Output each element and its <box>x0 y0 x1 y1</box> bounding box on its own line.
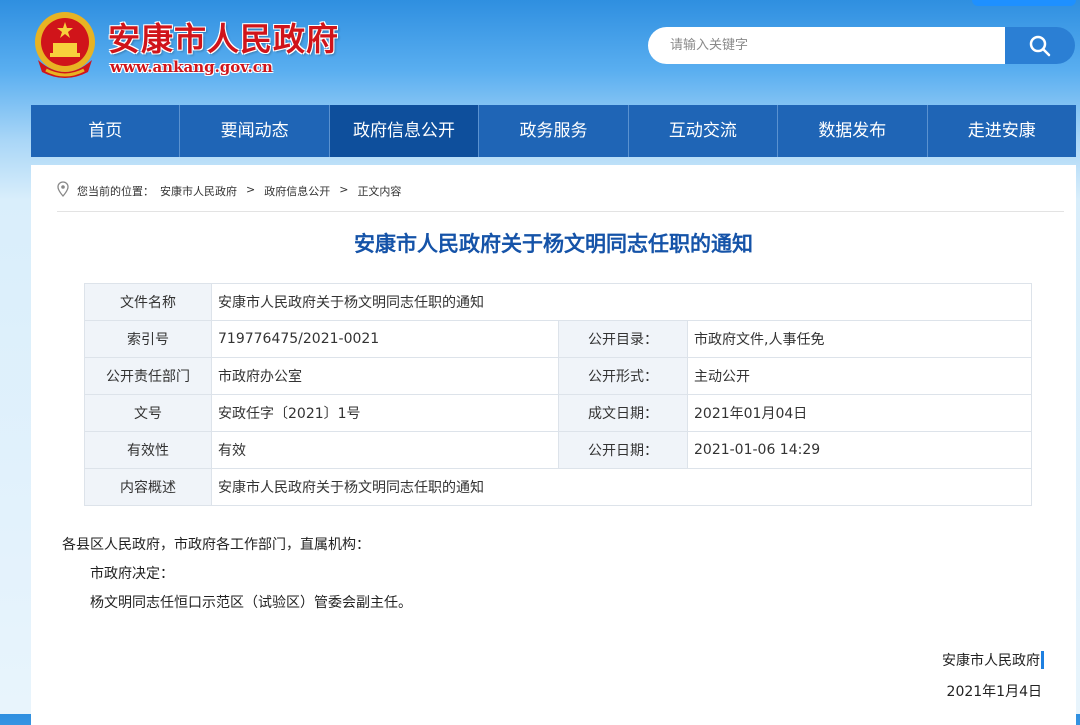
search-icon <box>1029 35 1051 56</box>
breadcrumb: 您当前的位置： 安康市人民政府 > 政府信息公开 > 正文内容 <box>57 181 1064 212</box>
breadcrumb-item-current: 正文内容 <box>357 185 402 198</box>
meta-label: 公开日期： <box>558 431 688 469</box>
meta-label: 公开目录： <box>558 320 688 358</box>
table-row: 公开责任部门 市政府办公室 公开形式： 主动公开 <box>84 357 1032 395</box>
meta-label: 文号 <box>84 394 212 432</box>
nav-item-data[interactable]: 数据发布 <box>778 105 928 157</box>
meta-value: 安政任字〔2021〕1号 <box>211 394 559 432</box>
site-header: 安康市人民政府 www.ankang.gov.cn 请输入关键字 <box>0 0 1080 100</box>
meta-value: 有效 <box>211 431 559 469</box>
meta-value: 719776475/2021-0021 <box>211 320 559 358</box>
meta-value: 安康市人民政府关于杨文明同志任职的通知 <box>211 283 1032 321</box>
signature-text: 安康市人民政府 <box>942 653 1040 669</box>
signature-date: 2021年1月4日 <box>946 684 1042 700</box>
search-input[interactable]: 请输入关键字 <box>648 27 1006 64</box>
nav-item-gov-info[interactable]: 政府信息公开 <box>329 105 480 157</box>
location-pin-icon <box>57 181 69 197</box>
breadcrumb-item-gov-info[interactable]: 政府信息公开 <box>264 183 330 199</box>
article-body: 各县区人民政府，市政府各工作部门，直属机构： 市政府决定： 杨文明同志任恒口示范… <box>62 531 412 618</box>
site-name[interactable]: 安康市人民政府 <box>108 14 339 60</box>
breadcrumb-prefix: 您当前的位置： <box>77 185 154 198</box>
meta-label: 公开形式： <box>558 357 688 395</box>
meta-label: 内容概述 <box>84 468 212 506</box>
meta-label: 公开责任部门 <box>84 357 212 395</box>
national-emblem-icon[interactable] <box>32 10 98 80</box>
nav-item-about[interactable]: 走进安康 <box>928 105 1076 157</box>
meta-value: 2021-01-06 14:29 <box>687 431 1032 469</box>
meta-value: 2021年01月04日 <box>687 394 1032 432</box>
breadcrumb-separator: > <box>246 183 256 196</box>
body-salutation: 各县区人民政府，市政府各工作部门，直属机构： <box>62 537 370 553</box>
main-nav: 首页 要闻动态 政府信息公开 政务服务 互动交流 数据发布 走进安康 <box>31 105 1076 157</box>
meta-value: 主动公开 <box>687 357 1032 395</box>
table-row: 文件名称 安康市人民政府关于杨文明同志任职的通知 <box>84 283 1032 321</box>
nav-item-interaction[interactable]: 互动交流 <box>629 105 779 157</box>
breadcrumb-item-home[interactable]: 安康市人民政府 <box>160 183 237 199</box>
meta-label: 有效性 <box>84 431 212 469</box>
signature: 安康市人民政府 <box>942 650 1044 670</box>
search-button[interactable] <box>1005 27 1075 64</box>
document-meta-table: 文件名称 安康市人民政府关于杨文明同志任职的通知 索引号 719776475/2… <box>84 283 1032 506</box>
meta-value: 市政府办公室 <box>211 357 559 395</box>
body-paragraph: 市政府决定： <box>90 566 174 582</box>
page-title: 安康市人民政府关于杨文明同志任职的通知 <box>354 232 753 256</box>
meta-value: 安康市人民政府关于杨文明同志任职的通知 <box>211 468 1032 506</box>
table-row: 有效性 有效 公开日期： 2021-01-06 14:29 <box>84 431 1032 469</box>
meta-label: 索引号 <box>84 320 212 358</box>
nav-item-home[interactable]: 首页 <box>31 105 181 157</box>
meta-label: 成文日期： <box>558 394 688 432</box>
top-accent-strip <box>972 0 1076 6</box>
nav-item-news[interactable]: 要闻动态 <box>180 105 330 157</box>
breadcrumb-separator: > <box>339 183 349 196</box>
meta-label: 文件名称 <box>84 283 212 321</box>
body-paragraph: 杨文明同志任恒口示范区（试验区）管委会副主任。 <box>90 595 412 611</box>
article-panel: 您当前的位置： 安康市人民政府 > 政府信息公开 > 正文内容 安康市人民政府关… <box>31 165 1076 725</box>
meta-value: 市政府文件,人事任免 <box>687 320 1032 358</box>
table-row: 文号 安政任字〔2021〕1号 成文日期： 2021年01月04日 <box>84 394 1032 432</box>
text-cursor <box>1041 651 1044 669</box>
table-row: 索引号 719776475/2021-0021 公开目录： 市政府文件,人事任免 <box>84 320 1032 358</box>
table-row: 内容概述 安康市人民政府关于杨文明同志任职的通知 <box>84 468 1032 506</box>
nav-item-services[interactable]: 政务服务 <box>479 105 629 157</box>
site-url[interactable]: www.ankang.gov.cn <box>110 58 273 76</box>
